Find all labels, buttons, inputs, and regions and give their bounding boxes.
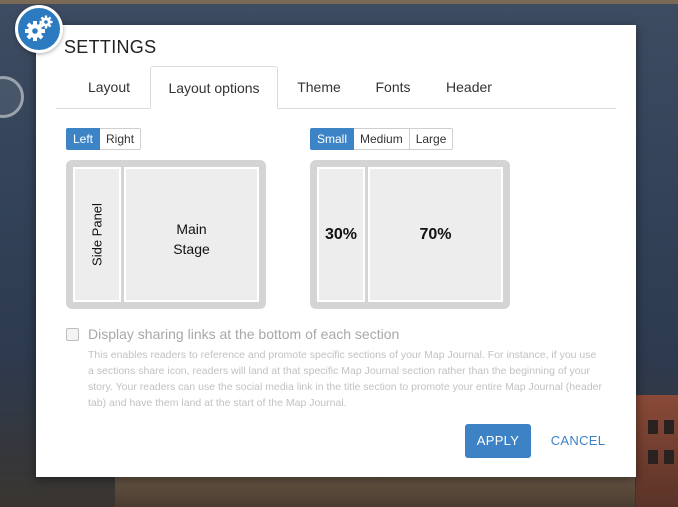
tab-theme[interactable]: Theme bbox=[284, 66, 354, 108]
layout-position-preview[interactable]: Side Panel Main Stage bbox=[66, 160, 266, 309]
background-window bbox=[664, 420, 674, 434]
size-small-button[interactable]: Small bbox=[310, 128, 355, 150]
tab-bar: Layout Layout options Theme Fonts Header bbox=[56, 66, 616, 109]
sharing-checkbox[interactable] bbox=[66, 327, 79, 341]
main-stage-size-preview: 70% bbox=[368, 167, 503, 302]
position-right-button[interactable]: Right bbox=[100, 128, 142, 150]
background-window bbox=[664, 450, 674, 464]
panel-position-selector: Left Right bbox=[66, 128, 142, 150]
background-window bbox=[648, 420, 658, 434]
panel-size-selector: Small Medium Large bbox=[310, 128, 454, 150]
sharing-option: Display sharing links at the bottom of e… bbox=[66, 326, 399, 342]
sharing-description: This enables readers to reference and pr… bbox=[88, 349, 602, 409]
tab-header[interactable]: Header bbox=[434, 66, 504, 108]
position-left-button[interactable]: Left bbox=[66, 128, 101, 150]
tab-layout[interactable]: Layout bbox=[74, 66, 144, 108]
main-stage-preview: Main Stage bbox=[124, 167, 259, 302]
edit-icon[interactable] bbox=[0, 76, 24, 118]
tab-layout-options[interactable]: Layout options bbox=[150, 66, 278, 109]
gears-icon bbox=[25, 15, 53, 41]
apply-button[interactable]: APPLY bbox=[465, 424, 531, 458]
side-panel-percent: 30% bbox=[324, 226, 358, 243]
dialog-title: SETTINGS bbox=[64, 37, 157, 57]
background-window bbox=[648, 450, 658, 464]
main-stage-label-line1: Main bbox=[176, 221, 207, 237]
layout-size-preview[interactable]: 30% 70% bbox=[310, 160, 510, 309]
tab-fonts[interactable]: Fonts bbox=[360, 66, 426, 108]
side-panel-size-preview: 30% bbox=[317, 167, 365, 302]
background-edge bbox=[0, 0, 678, 4]
sharing-label: Display sharing links at the bottom of e… bbox=[88, 326, 400, 342]
cancel-button[interactable]: CANCEL bbox=[544, 424, 612, 458]
size-large-button[interactable]: Large bbox=[409, 128, 454, 150]
side-panel-label: Side Panel bbox=[89, 203, 105, 266]
size-medium-button[interactable]: Medium bbox=[354, 128, 410, 150]
settings-dialog: SETTINGS Layout Layout options Theme Fon… bbox=[36, 25, 636, 477]
main-stage-label-line2: Stage bbox=[173, 241, 210, 257]
side-panel-preview: Side Panel bbox=[73, 167, 121, 302]
settings-badge bbox=[15, 5, 63, 53]
main-stage-percent: 70% bbox=[419, 226, 452, 243]
